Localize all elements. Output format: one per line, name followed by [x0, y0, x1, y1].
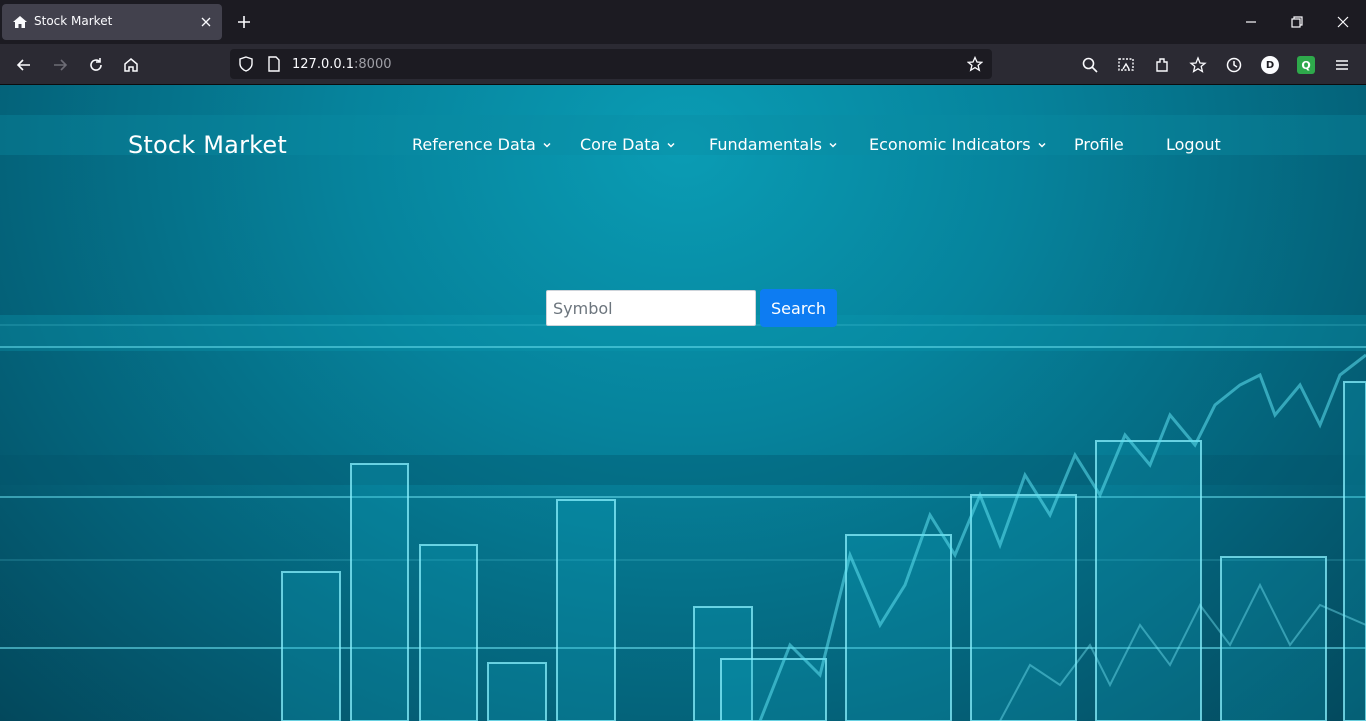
- nav-profile[interactable]: Profile: [1074, 135, 1124, 154]
- chevron-down-icon: [667, 142, 675, 148]
- page-viewport: Stock Market Reference Data Core Data Fu…: [0, 85, 1366, 721]
- nav-label: Logout: [1166, 135, 1221, 154]
- restore-icon[interactable]: [1289, 14, 1305, 30]
- home-icon[interactable]: [122, 56, 140, 74]
- nav-reference-data[interactable]: Reference Data: [412, 135, 552, 154]
- nav-label: Reference Data: [412, 135, 536, 154]
- bookmark-star-icon[interactable]: [967, 56, 983, 72]
- tab-title: Stock Market: [34, 14, 113, 28]
- url-bar[interactable]: 127.0.0.1:8000: [230, 49, 992, 79]
- search-icon[interactable]: [1081, 56, 1099, 74]
- chevron-down-icon: [829, 142, 837, 148]
- nav-label: Economic Indicators: [869, 135, 1031, 154]
- new-tab-icon[interactable]: [236, 14, 252, 30]
- bookmarks-menu-icon[interactable]: [1189, 56, 1207, 74]
- stock-chart-background-image: [0, 115, 1366, 721]
- browser-toolbar: 127.0.0.1:8000: [0, 44, 1366, 85]
- nav-logout[interactable]: Logout: [1166, 135, 1221, 154]
- nav-fundamentals[interactable]: Fundamentals: [709, 135, 838, 154]
- chevron-down-icon: [543, 142, 551, 148]
- extensions-icon[interactable]: [1153, 56, 1171, 74]
- forward-icon[interactable]: [51, 56, 69, 74]
- browser-tab-bar: Stock Market: [0, 0, 1366, 44]
- nav-label: Fundamentals: [709, 135, 822, 154]
- minimize-icon[interactable]: [1243, 14, 1259, 30]
- screenshot-icon[interactable]: [1117, 56, 1135, 74]
- close-window-icon[interactable]: [1335, 14, 1351, 30]
- profile-avatar[interactable]: D: [1261, 56, 1279, 74]
- page-icon[interactable]: [266, 56, 282, 72]
- close-tab-icon[interactable]: [198, 14, 214, 30]
- browser-tab[interactable]: Stock Market: [2, 4, 222, 40]
- nav-core-data[interactable]: Core Data: [580, 135, 676, 154]
- menu-icon[interactable]: [1333, 56, 1351, 74]
- back-icon[interactable]: [15, 56, 33, 74]
- nav-economic-indicators[interactable]: Economic Indicators: [869, 135, 1047, 154]
- url-text[interactable]: 127.0.0.1:8000: [292, 57, 392, 72]
- symbol-search-input[interactable]: [546, 290, 756, 326]
- shield-icon[interactable]: [238, 56, 254, 72]
- chevron-down-icon: [1038, 142, 1046, 148]
- extension-badge[interactable]: Q: [1297, 56, 1315, 74]
- nav-label: Core Data: [580, 135, 661, 154]
- search-button[interactable]: Search: [760, 289, 837, 327]
- home-favicon-icon: [13, 16, 27, 28]
- history-icon[interactable]: [1225, 56, 1243, 74]
- reload-icon[interactable]: [87, 56, 105, 74]
- site-brand[interactable]: Stock Market: [128, 131, 287, 159]
- nav-label: Profile: [1074, 135, 1124, 154]
